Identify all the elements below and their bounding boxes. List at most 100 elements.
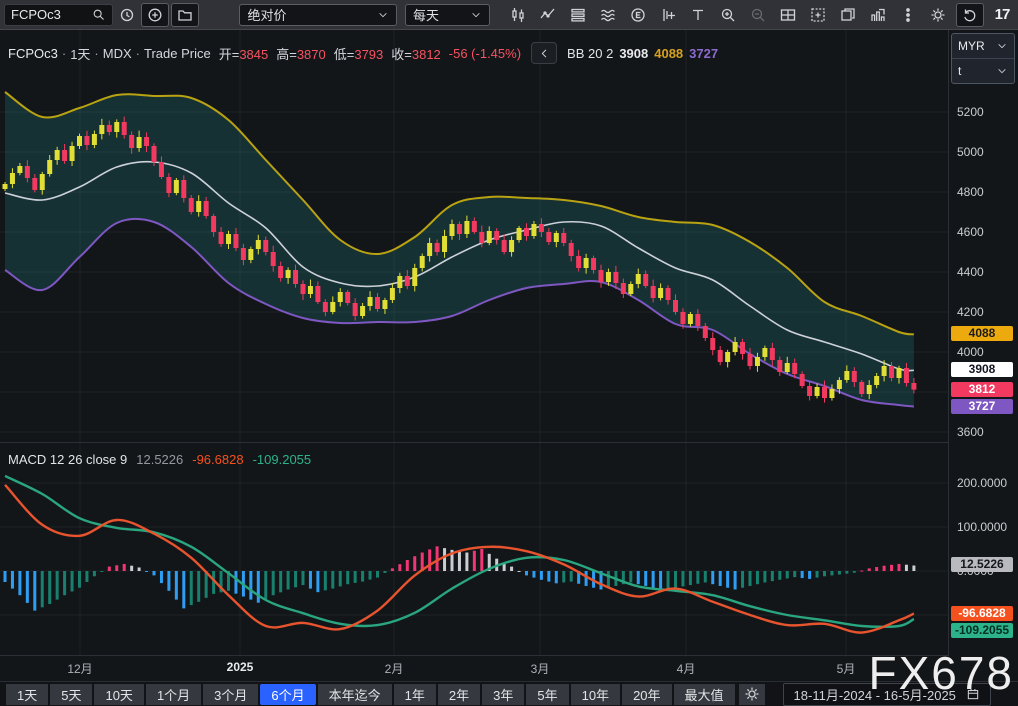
range-button-5年[interactable]: 5年: [526, 684, 568, 705]
range-button-2年[interactable]: 2年: [438, 684, 480, 705]
replay-icon: [961, 6, 979, 24]
range-button-10天[interactable]: 10天: [94, 684, 143, 705]
macd-tick: 100.0000: [957, 520, 1007, 534]
save-layout-button[interactable]: [806, 3, 830, 27]
macd-badge: -109.2055: [951, 623, 1013, 638]
trade-panel-button[interactable]: [866, 3, 890, 27]
screenshot-button[interactable]: [836, 3, 860, 27]
economic-events-icon: [629, 6, 647, 24]
time-label-4月: 4月: [677, 660, 696, 677]
price-tick: 4000: [957, 345, 984, 359]
price-scale[interactable]: MYR t 5200500048004600440042004000360020…: [949, 30, 1018, 656]
collapse-legend-button[interactable]: [531, 42, 557, 64]
zoom-out-icon: [749, 6, 767, 24]
range-button-10年[interactable]: 10年: [571, 684, 620, 705]
currency-select[interactable]: MYR: [952, 34, 1014, 58]
range-button-5天[interactable]: 5天: [50, 684, 92, 705]
indicator-templates-icon: [569, 6, 587, 24]
price-badge-4088: 4088: [951, 326, 1013, 341]
candlestick-style-icon: [509, 6, 527, 24]
symbol-text: FCPOc3: [11, 7, 61, 22]
price-tick: 5200: [957, 105, 984, 119]
macd-badge: 12.5226: [951, 557, 1013, 572]
candlestick-style-button[interactable]: [506, 3, 530, 27]
macd-badge: -96.6828: [951, 606, 1013, 621]
range-button-3年[interactable]: 3年: [482, 684, 524, 705]
range-settings-button[interactable]: [739, 684, 765, 705]
add-symbol-icon: [146, 6, 164, 24]
more-options-button[interactable]: [896, 3, 920, 27]
price-chart[interactable]: [0, 30, 948, 443]
add-symbol-button[interactable]: [141, 3, 169, 27]
price-tick: 4600: [957, 225, 984, 239]
chevron-down-icon: [996, 40, 1008, 52]
macd-tick: 200.0000: [957, 476, 1007, 490]
economic-events-button[interactable]: [626, 3, 650, 27]
text-tool-button[interactable]: [686, 3, 710, 27]
range-button-1天[interactable]: 1天: [6, 684, 48, 705]
clock-icon: [118, 6, 136, 24]
price-tick: 4200: [957, 305, 984, 319]
settings-icon: [929, 6, 947, 24]
tradingview-logo-text: 17: [995, 6, 1010, 23]
interval-select[interactable]: 每天: [405, 4, 490, 26]
alert-button[interactable]: [656, 3, 680, 27]
search-icon: [91, 7, 106, 22]
price-tick: 4800: [957, 185, 984, 199]
price-tick: 3600: [957, 425, 984, 439]
macd-chart[interactable]: [0, 443, 948, 655]
range-button-1年[interactable]: 1年: [394, 684, 436, 705]
unit-value: t: [958, 64, 961, 78]
price-type-value: 绝对价: [247, 5, 286, 24]
zoom-out-button[interactable]: [746, 3, 770, 27]
top-toolbar: FCPOc3 绝对价 每天 17: [0, 0, 1018, 30]
clock-button[interactable]: [115, 3, 139, 27]
compare-button[interactable]: [596, 3, 620, 27]
unit-select[interactable]: t: [952, 58, 1014, 83]
indicator-templates-button[interactable]: [566, 3, 590, 27]
bottom-toolbar: 1天5天10天1个月3个月6个月本年迄今1年2年3年5年10年20年最大值 18-…: [0, 681, 1018, 706]
chevron-down-icon: [377, 9, 389, 21]
range-button-最大值[interactable]: 最大值: [674, 684, 735, 705]
interval-value: 每天: [413, 5, 439, 24]
price-tick: 4400: [957, 265, 984, 279]
time-scale[interactable]: 12月20252月3月4月5月: [0, 656, 1018, 680]
price-badge-3812: 3812: [951, 382, 1013, 397]
price-type-select[interactable]: 绝对价: [239, 4, 397, 26]
more-options-icon: [899, 6, 917, 24]
trade-panel-icon: [869, 6, 887, 24]
symbol-search-input[interactable]: FCPOc3: [4, 4, 113, 26]
screenshot-icon: [839, 6, 857, 24]
time-label-3月: 3月: [531, 660, 550, 677]
tradingview-logo: 17: [990, 3, 1014, 27]
folder-button[interactable]: [171, 3, 199, 27]
folder-icon: [176, 6, 194, 24]
range-button-3个月[interactable]: 3个月: [203, 684, 258, 705]
zoom-in-icon: [719, 6, 737, 24]
range-button-6个月[interactable]: 6个月: [260, 684, 315, 705]
date-range-text: 18-11月-2024 - 16-5月-2025: [794, 685, 956, 704]
time-label-12月: 12月: [67, 660, 92, 677]
zoom-in-button[interactable]: [716, 3, 740, 27]
pane-separator[interactable]: [0, 442, 1018, 443]
save-layout-icon: [809, 6, 827, 24]
indicators-button[interactable]: [536, 3, 560, 27]
calendar-icon: [966, 687, 980, 701]
replay-button[interactable]: [956, 3, 984, 27]
trading-app: FCPOc3 绝对价 每天 17 FCPOc3 · 1天 · MDX · Tra…: [0, 0, 1018, 706]
currency-value: MYR: [958, 39, 985, 53]
gear-icon: [743, 685, 761, 703]
layout-grid-button[interactable]: [776, 3, 800, 27]
layout-grid-icon: [779, 6, 797, 24]
range-button-20年[interactable]: 20年: [622, 684, 671, 705]
settings-button[interactable]: [926, 3, 950, 27]
compare-icon: [599, 6, 617, 24]
price-badge-3727: 3727: [951, 399, 1013, 414]
chevron-down-icon: [470, 9, 482, 21]
alert-icon: [659, 6, 677, 24]
date-range-picker[interactable]: 18-11月-2024 - 16-5月-2025: [783, 683, 991, 706]
time-label-5月: 5月: [837, 660, 856, 677]
price-badge-3908: 3908: [951, 362, 1013, 377]
range-button-1个月[interactable]: 1个月: [146, 684, 201, 705]
range-button-本年迄今[interactable]: 本年迄今: [318, 684, 392, 705]
